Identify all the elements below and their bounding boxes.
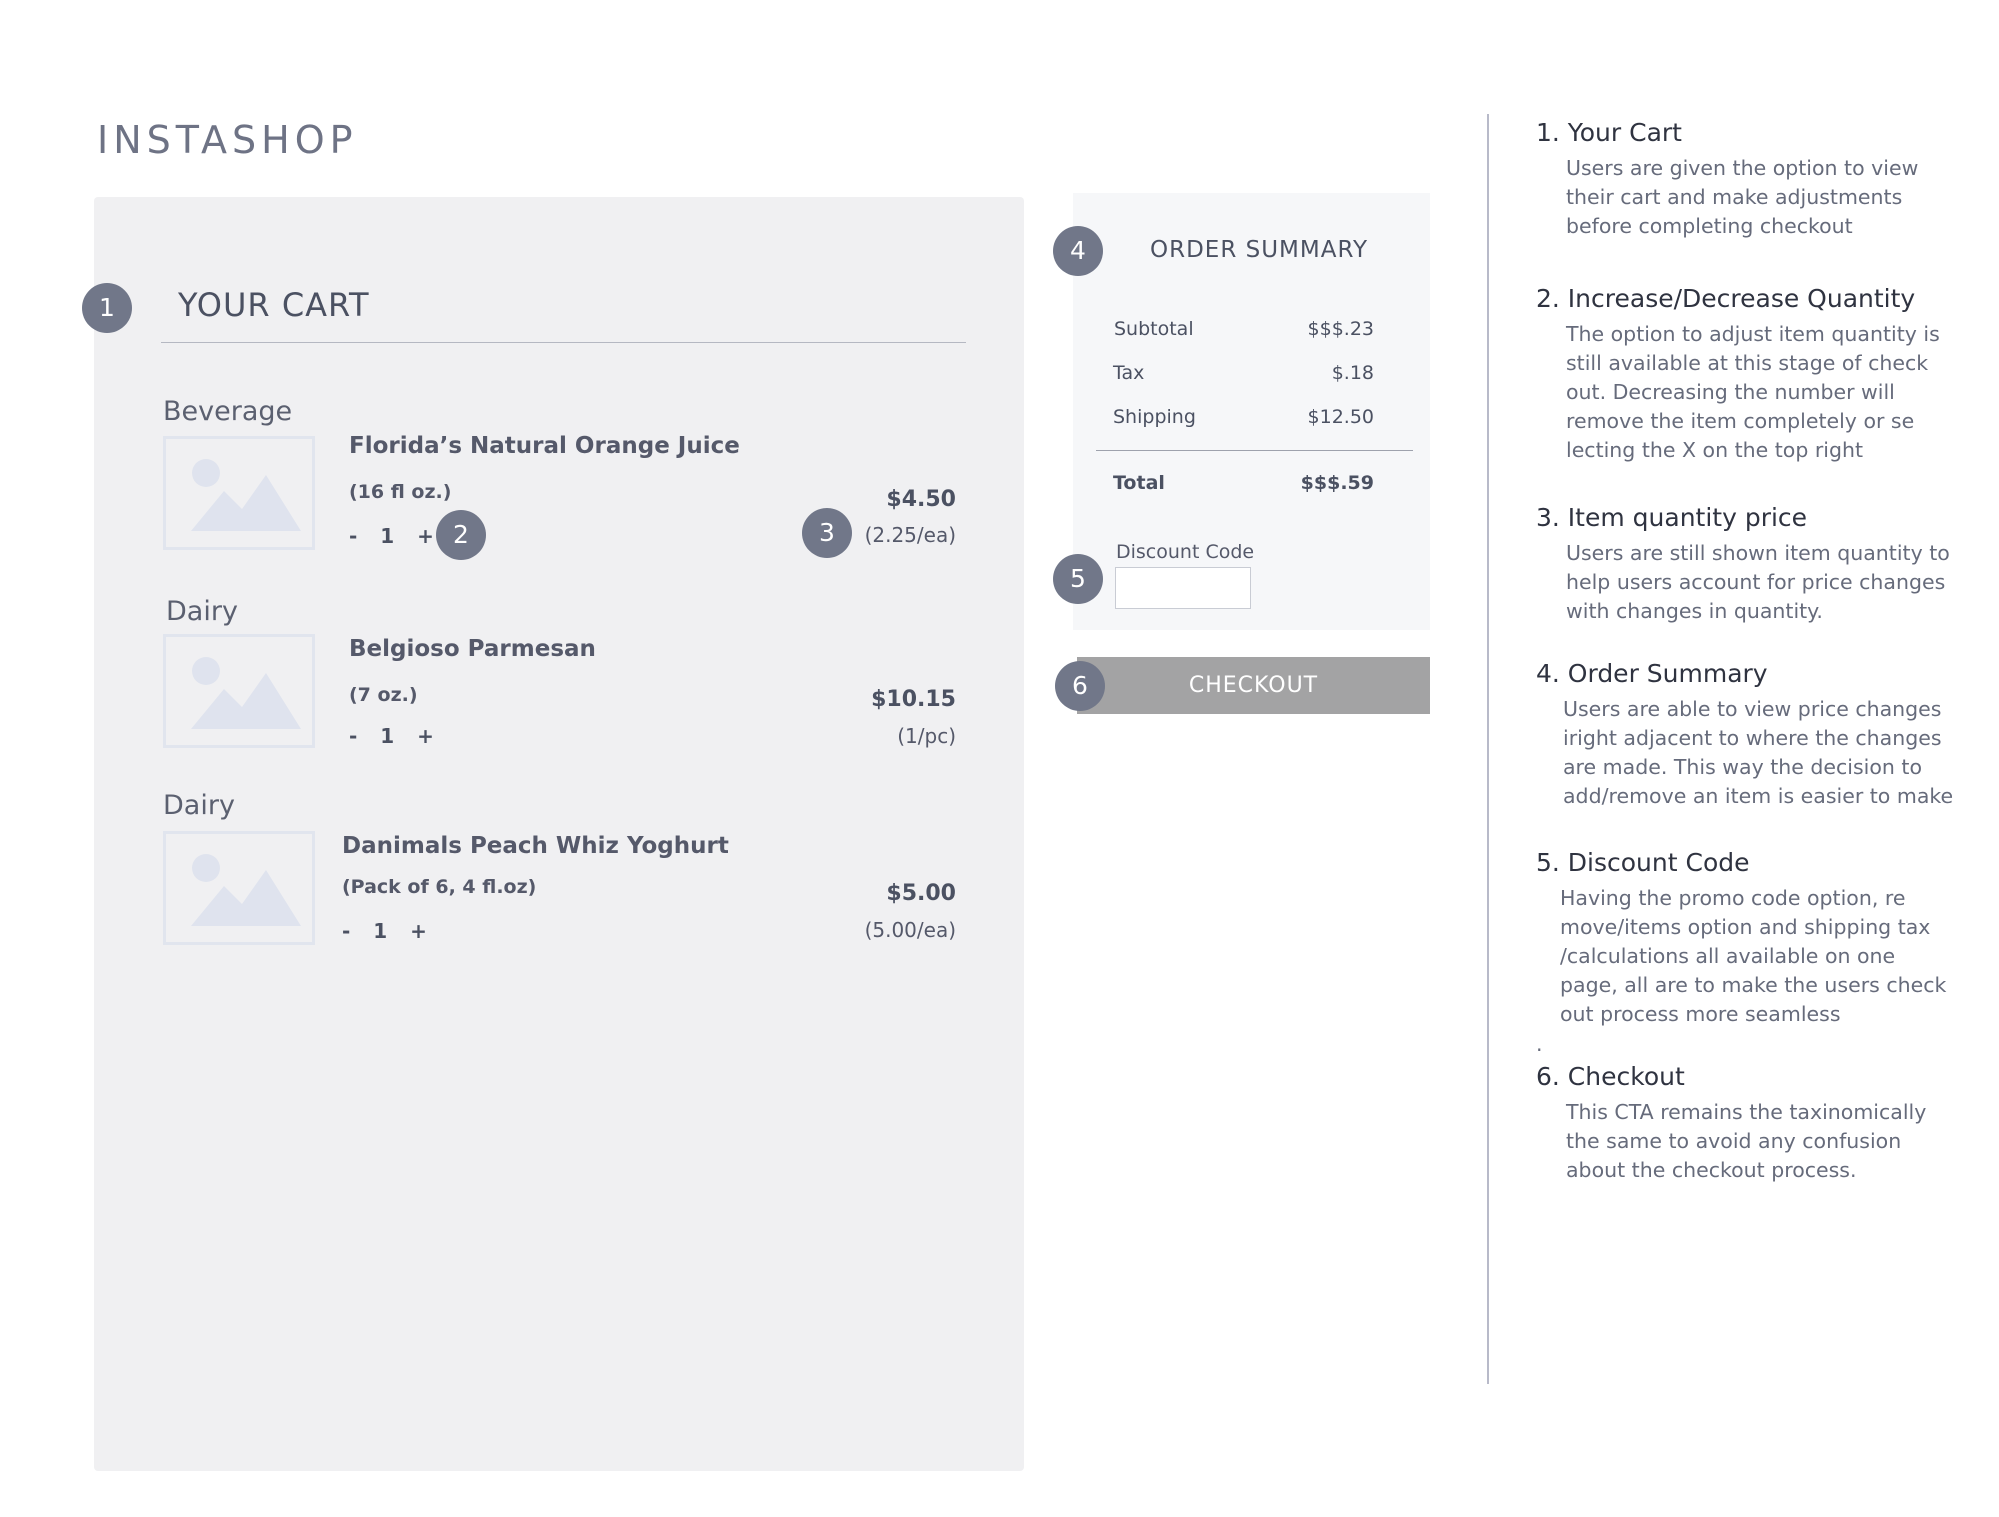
note-body: Users are still shown item quantity to h… bbox=[1566, 541, 1950, 623]
quantity-stepper: - 1 + bbox=[349, 724, 434, 748]
order-summary-title: ORDER SUMMARY bbox=[1150, 237, 1369, 263]
note-title: 6. Checkout bbox=[1536, 1062, 1685, 1091]
product-image-placeholder-icon bbox=[163, 634, 315, 748]
cart-title: YOUR CART bbox=[178, 286, 370, 324]
product-image-placeholder-icon bbox=[163, 436, 315, 550]
total-label: Total bbox=[1113, 472, 1165, 494]
note-body: Users are given the option to view their… bbox=[1566, 156, 1919, 238]
increase-quantity-button[interactable]: + bbox=[417, 524, 434, 548]
item-size: (7 oz.) bbox=[349, 684, 418, 706]
note-trailing-dot: . bbox=[1536, 1032, 1543, 1056]
annotation-badge-6: 6 bbox=[1055, 661, 1105, 711]
annotation-badge-4: 4 bbox=[1053, 226, 1103, 276]
subtotal-label: Subtotal bbox=[1114, 318, 1194, 340]
item-name: Danimals Peach Whiz Yoghurt bbox=[342, 833, 729, 859]
shipping-label: Shipping bbox=[1113, 406, 1196, 428]
decrease-quantity-button[interactable]: - bbox=[342, 919, 350, 943]
item-category: Dairy bbox=[166, 596, 238, 627]
note-title: 5. Discount Code bbox=[1536, 848, 1750, 877]
item-unit-price: (2.25/ea) bbox=[864, 523, 956, 547]
subtotal-value: $$$.23 bbox=[1307, 318, 1374, 340]
item-size: (16 fl oz.) bbox=[349, 481, 452, 503]
note-title: 3. Item quantity price bbox=[1536, 503, 1808, 532]
item-name: Florida’s Natural Orange Juice bbox=[349, 433, 740, 459]
tax-label: Tax bbox=[1113, 362, 1145, 384]
discount-code-label: Discount Code bbox=[1116, 541, 1255, 563]
item-category: Beverage bbox=[163, 396, 293, 427]
quantity-stepper: - 1 + bbox=[342, 919, 427, 943]
annotation-badge-2: 2 bbox=[436, 510, 486, 560]
total-value: $$$.59 bbox=[1300, 472, 1374, 494]
item-name: Belgioso Parmesan bbox=[349, 636, 596, 662]
cart-title-divider bbox=[161, 342, 966, 343]
item-unit-price: (5.00/ea) bbox=[864, 918, 956, 942]
decrease-quantity-button[interactable]: - bbox=[349, 524, 357, 548]
decrease-quantity-button[interactable]: - bbox=[349, 724, 357, 748]
note-title: 4. Order Summary bbox=[1536, 659, 1768, 688]
increase-quantity-button[interactable]: + bbox=[417, 724, 434, 748]
item-price: $4.50 bbox=[886, 487, 956, 512]
quantity-stepper: - 1 + bbox=[349, 524, 434, 548]
annotation-badge-1: 1 bbox=[82, 283, 132, 333]
discount-code-input[interactable] bbox=[1115, 567, 1251, 609]
item-price: $5.00 bbox=[886, 881, 956, 906]
summary-divider bbox=[1096, 450, 1413, 451]
item-size: (Pack of 6, 4 fl.oz) bbox=[342, 876, 537, 898]
note-body: Having the promo code option, re move/it… bbox=[1560, 886, 1947, 1026]
item-price: $10.15 bbox=[871, 687, 956, 712]
tax-value: $.18 bbox=[1331, 362, 1374, 384]
item-category: Dairy bbox=[163, 790, 235, 821]
item-unit-price: (1/pc) bbox=[897, 724, 956, 748]
note-body: Users are able to view price changes iri… bbox=[1563, 697, 1954, 808]
quantity-value: 1 bbox=[380, 724, 395, 748]
product-image-placeholder-icon bbox=[163, 831, 315, 945]
app-logo: INSTASHOP bbox=[97, 118, 358, 162]
note-body: This CTA remains the taxinomically the s… bbox=[1566, 1100, 1927, 1182]
note-body: The option to adjust item quantity is st… bbox=[1566, 322, 1940, 462]
quantity-value: 1 bbox=[373, 919, 388, 943]
note-title: 1. Your Cart bbox=[1536, 118, 1682, 147]
shipping-value: $12.50 bbox=[1307, 406, 1374, 428]
annotation-badge-5: 5 bbox=[1053, 554, 1103, 604]
increase-quantity-button[interactable]: + bbox=[410, 919, 427, 943]
note-title: 2. Increase/Decrease Quantity bbox=[1536, 284, 1916, 313]
annotation-divider bbox=[1487, 114, 1489, 1384]
quantity-value: 1 bbox=[380, 524, 395, 548]
checkout-button[interactable]: CHECKOUT bbox=[1077, 657, 1430, 714]
